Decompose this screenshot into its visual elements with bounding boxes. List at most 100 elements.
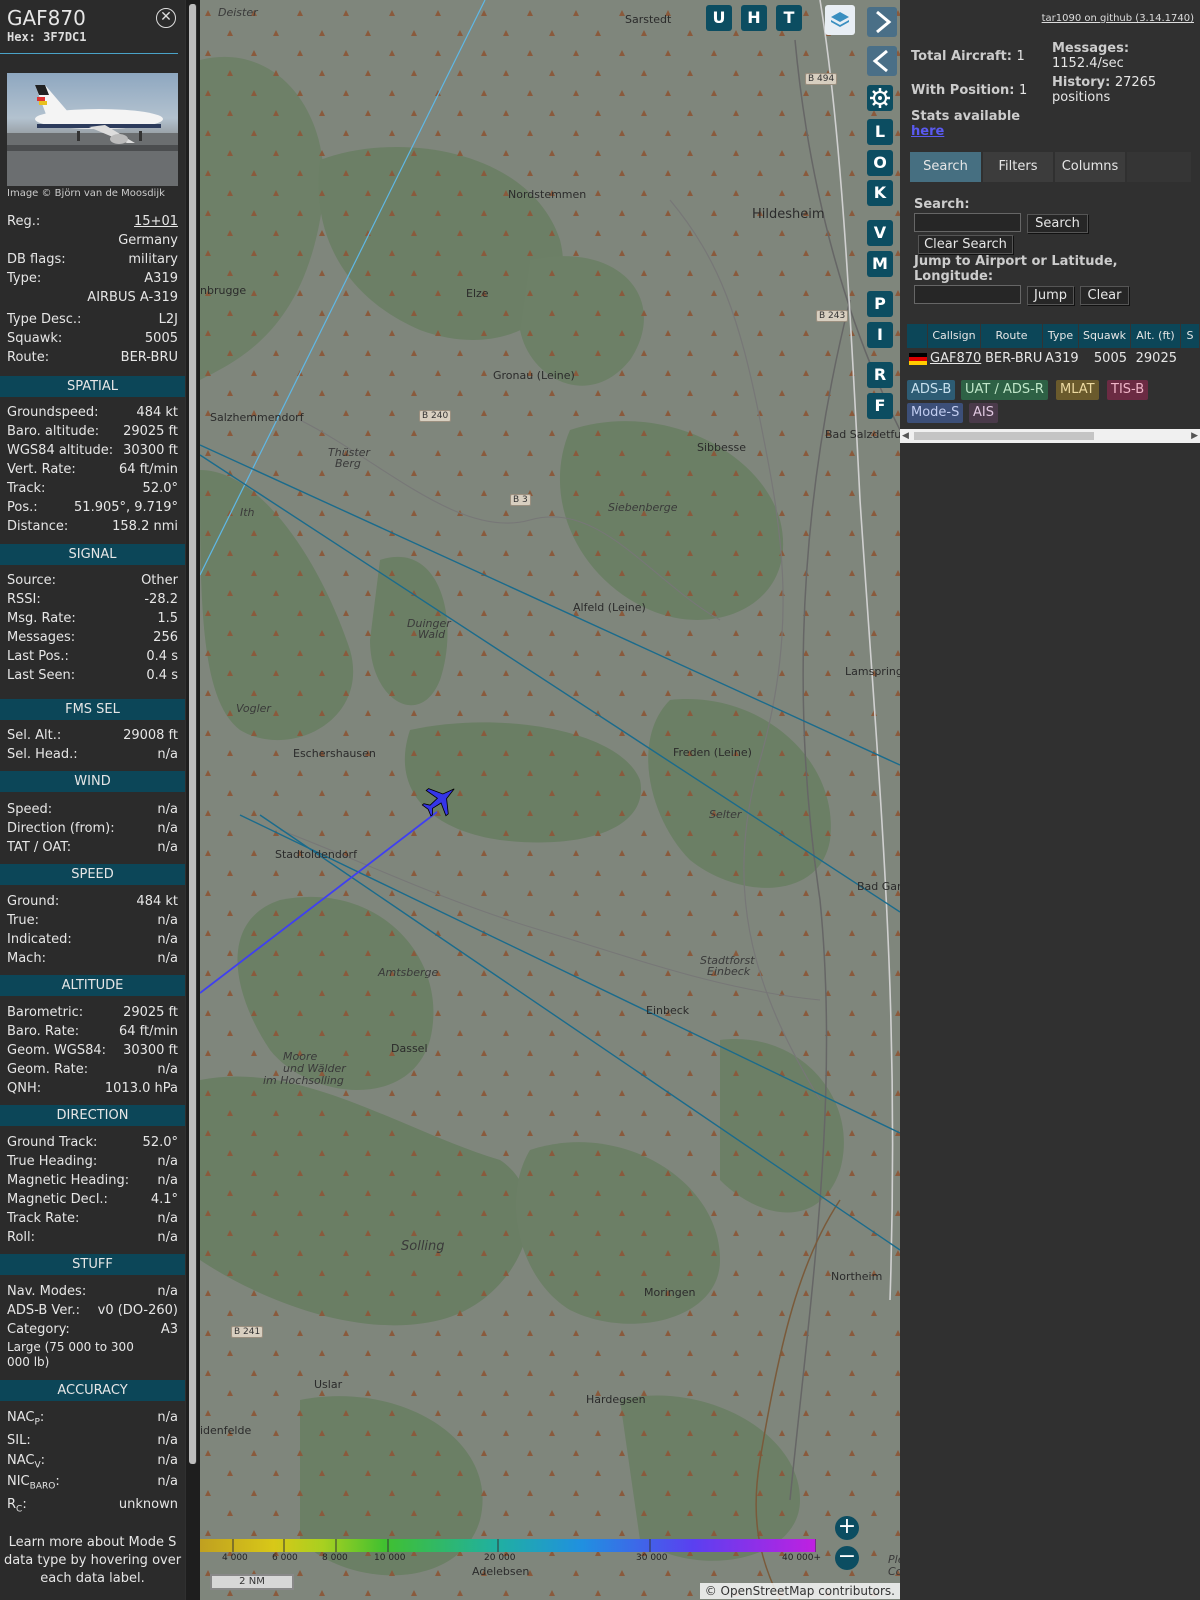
map-button-o[interactable]: O [867,150,893,176]
row-callsign[interactable]: GAF870 [930,348,981,369]
github-link[interactable]: tar1090 on github (3.14.1740) [1042,13,1194,24]
tab-columns[interactable]: Columns [1055,152,1125,182]
altitude-value: 29025 ft [123,1005,178,1020]
fms-row: Sel. Alt.: 29008 ft [7,726,178,745]
map-attribution[interactable]: © OpenStreetMap contributors. [699,1583,900,1599]
gear-icon[interactable] [867,85,893,111]
stuff-label: Category: [7,1322,70,1337]
map-place-label: Nordstemmen [508,188,587,201]
nacv-row: NACV: n/a [7,1453,178,1471]
col-alt[interactable]: Alt. (ft) [1131,324,1181,348]
direction-label: Roll: [7,1230,36,1245]
direction-row: Ground Track: 52.0° [7,1133,178,1152]
aircraft-photo[interactable] [7,73,178,186]
signal-row: Last Seen: 0.4 s [7,666,178,685]
sidebar-scrollbar[interactable] [186,0,200,1600]
stats-link[interactable]: here [911,124,944,139]
scroll-left-icon[interactable]: ◀ [902,431,909,441]
altitude-label: Geom. WGS84: [7,1043,107,1058]
aircraft-photo-image [7,85,178,186]
spatial-label: Distance: [7,519,69,534]
wind-row: TAT / OAT: n/a [7,838,178,857]
table-hscrollbar[interactable]: ◀ ▶ [900,429,1200,443]
spatial-row: Pos.: 51.905°, 9.719° [7,498,178,517]
aircraft-header: GAF870 Hex: 3F7DC1 ✕ [0,0,178,54]
messages-stat: Messages: 1152.4/sec [1052,41,1130,71]
search-button[interactable]: Search [1027,214,1088,233]
signal-value: 0.4 s [146,649,178,664]
map-button-f[interactable]: F [867,393,893,419]
col-type[interactable]: Type [1043,324,1079,348]
map-button-u[interactable]: U [706,5,732,31]
table-hscrollbar-thumb[interactable] [914,432,1094,440]
search-input[interactable] [914,213,1021,232]
map-button-m[interactable]: M [867,251,893,277]
map-button-r[interactable]: R [867,362,893,388]
signal-label: Messages: [7,630,76,645]
nicbaro-row: NICBARO: n/a [7,1474,178,1492]
aircraft-hex: Hex: 3F7DC1 [7,30,87,44]
sidebar-scrollbar-thumb[interactable] [189,4,197,1464]
legend-tick-label: 30 000 [636,1553,668,1563]
tab-filters[interactable]: Filters [983,152,1053,182]
altitude-value: 30300 ft [123,1043,178,1058]
col-callsign[interactable]: Callsign [928,324,981,348]
altitude-label: Baro. Rate: [7,1024,80,1039]
speed-row: True: n/a [7,911,178,930]
zoom-out-icon[interactable]: − [835,1546,859,1570]
source-tag: TIS-B [1107,380,1149,400]
spatial-row: Baro. altitude: 29025 ft [7,422,178,441]
reg-link[interactable]: 15+01 [134,212,178,231]
scroll-right-icon[interactable]: ▶ [1191,431,1198,441]
map-button-v[interactable]: V [867,220,893,246]
section-fms: FMS SEL [0,699,185,720]
jump-button[interactable]: Jump [1027,286,1074,305]
map-place-label: Ith [240,506,255,519]
stuff-row: Nav. Modes: n/a [7,1282,178,1301]
direction-label: Ground Track: [7,1135,98,1150]
spatial-value: 158.2 nmi [112,519,178,534]
col-s[interactable]: S [1181,324,1200,348]
map-button-h[interactable]: H [741,5,767,31]
jump-label: Jump to Airport or Latitude, Longitude: [914,254,1118,284]
direction-row: Magnetic Heading: n/a [7,1171,178,1190]
type-row: Type: A319 [7,271,178,286]
layers-icon[interactable] [825,5,855,35]
spatial-label: Baro. altitude: [7,424,100,439]
map-button-t[interactable]: T [776,5,802,31]
spatial-value: 30300 ft [123,443,178,458]
chevron-right-icon[interactable] [867,7,897,37]
typedesc-row: Type Desc.: L2J [7,312,178,327]
tab-search[interactable]: Search [910,152,981,182]
map-button-l[interactable]: L [867,119,893,145]
legend-tick-label: 6 000 [272,1553,298,1563]
close-icon[interactable]: ✕ [156,8,176,28]
stuff-row: Category: A3 [7,1320,178,1339]
photo-credit: Image © Björn van de Moosdijk [7,188,165,199]
wind-label: Speed: [7,802,53,817]
wind-value: n/a [157,821,178,836]
zoom-in-icon[interactable]: + [835,1516,859,1540]
map-place-label: Amtsberge [378,966,439,979]
jump-input[interactable] [914,285,1021,304]
map-button-i[interactable]: I [867,322,893,348]
clear-button[interactable]: Clear [1080,286,1129,305]
signal-label: Last Seen: [7,668,76,683]
altitude-label: QNH: [7,1081,42,1096]
map-place-label: Wald [418,628,446,641]
map-button-p[interactable]: P [867,291,893,317]
fms-value: n/a [157,747,178,762]
spatial-value: 29025 ft [123,424,178,439]
section-accuracy: ACCURACY [0,1380,185,1401]
map-view[interactable]: Deister Sarstedt Nordstemmen Hildesheim nbru… [200,0,900,1600]
clear-search-button[interactable]: Clear Search [918,235,1013,254]
section-direction: DIRECTION [0,1105,185,1126]
col-flag[interactable] [907,324,928,348]
col-squawk[interactable]: Squawk [1079,324,1131,348]
chevron-left-icon[interactable] [867,46,897,76]
spatial-row: Groundspeed: 484 kt [7,403,178,422]
col-route[interactable]: Route [981,324,1043,348]
stuff-value: A3 [160,1322,178,1337]
stuff-label: ADS-B Ver.: [7,1303,80,1318]
map-button-k[interactable]: K [867,180,893,206]
